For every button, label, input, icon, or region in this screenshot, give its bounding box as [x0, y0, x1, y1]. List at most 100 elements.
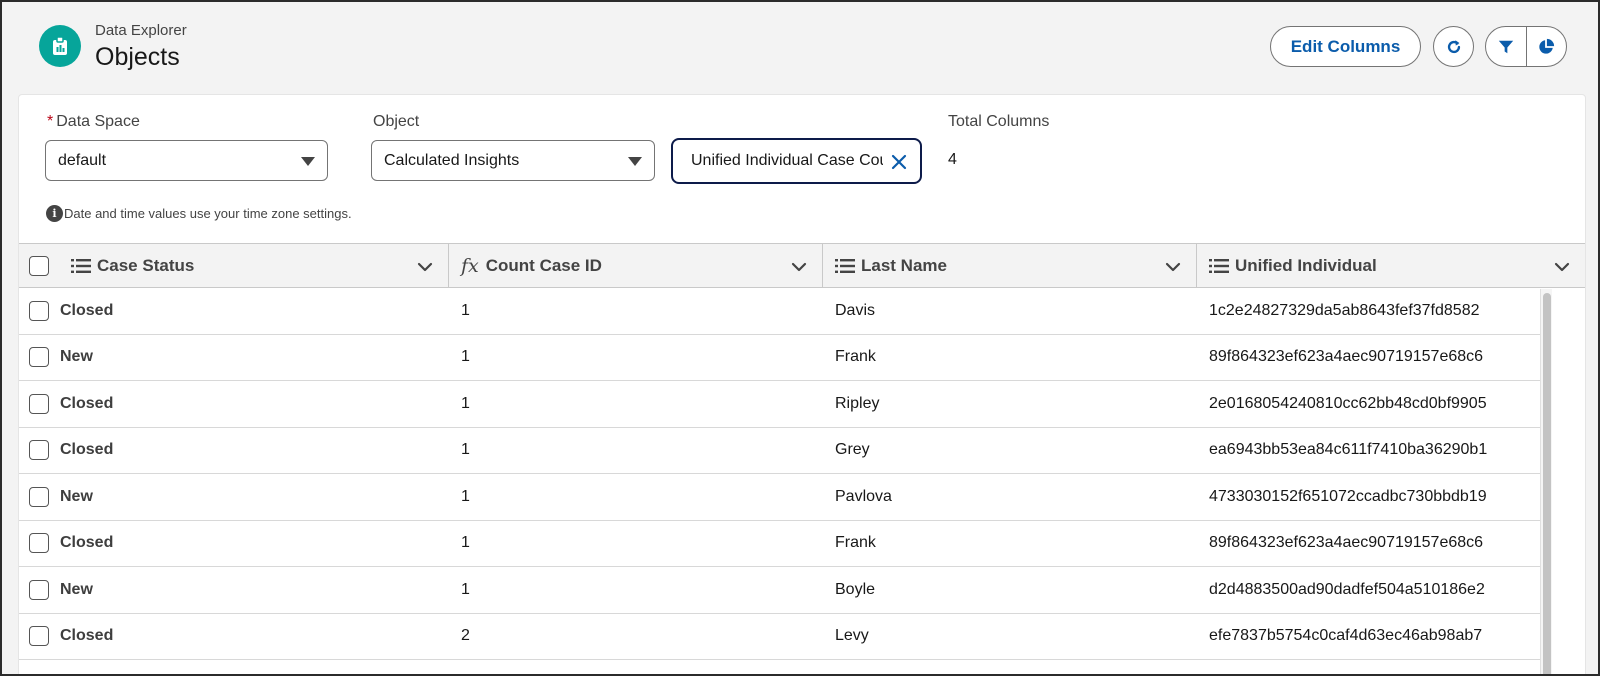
total-columns-value: 4	[948, 151, 957, 168]
cell-count-case-id: 2	[461, 627, 470, 645]
table-row[interactable]: Closed 1 Ripley 2e0168054240810cc62bb48c…	[19, 381, 1541, 428]
cell-count-case-id: 1	[461, 534, 470, 552]
app-frame: Data Explorer Objects Edit Columns * Dat…	[0, 0, 1600, 676]
column-label: Last Name	[861, 255, 947, 275]
cell-case-status: New	[19, 567, 449, 613]
table-row[interactable]: New 1 Frank 89f864323ef623a4aec90719157e…	[19, 335, 1541, 381]
cell-case-status: Closed	[19, 521, 449, 567]
column-label: Count Case ID	[485, 255, 602, 275]
cell-count-case-id: 1	[461, 394, 470, 412]
cell-unified-individual: 4733030152f651072ccadbc730bbdb19	[1209, 487, 1487, 505]
cell-last-name: Grey	[835, 441, 870, 459]
cell-last-name: Frank	[835, 534, 876, 552]
list-icon	[835, 258, 855, 274]
info-icon: i	[46, 205, 63, 222]
scrollbar-thumb[interactable]	[1543, 293, 1551, 674]
row-checkbox[interactable]	[29, 626, 49, 647]
chevron-down-icon[interactable]	[1164, 258, 1182, 276]
formula-fx-icon: fx	[461, 254, 479, 277]
table-scrollbar[interactable]	[1540, 289, 1552, 674]
table-row[interactable]: Closed 1 Frank 89f864323ef623a4aec907191…	[19, 521, 1541, 567]
row-checkbox[interactable]	[29, 579, 49, 600]
column-header-unified-individual[interactable]: Unified Individual	[1197, 244, 1585, 287]
column-header-case-status[interactable]: Case Status	[19, 244, 449, 287]
edit-columns-button[interactable]: Edit Columns	[1270, 26, 1421, 67]
chevron-down-icon[interactable]	[416, 258, 434, 276]
cell-last-name: Boyle	[835, 580, 876, 598]
chevron-down-icon	[628, 157, 642, 166]
object-type-select[interactable]: Calculated Insights	[371, 140, 655, 181]
row-checkbox[interactable]	[29, 300, 49, 321]
data-space-label: * Data Space	[47, 113, 140, 130]
row-checkbox[interactable]	[29, 347, 49, 368]
row-checkbox[interactable]	[29, 393, 49, 414]
cell-unified-individual: ea6943bb53ea84c611f7410ba36290b1	[1209, 441, 1488, 459]
objects-card: * Data Space default Object Calculated In…	[18, 94, 1586, 674]
objects-table: Case Status fx Count Case ID Last Name U…	[19, 243, 1585, 660]
chevron-down-icon	[301, 157, 315, 166]
cell-last-name: Pavlova	[835, 487, 892, 505]
cell-count-case-id: 1	[461, 580, 470, 598]
timezone-note: i Date and time values use your time zon…	[46, 205, 352, 222]
view-toggle-group	[1485, 26, 1567, 67]
filter-icon	[1497, 38, 1515, 56]
cell-case-status: Closed	[19, 381, 449, 427]
table-row[interactable]: New 1 Boyle d2d4883500ad90dadfef504a5101…	[19, 567, 1541, 614]
object-label: Object	[373, 113, 420, 130]
table-row[interactable]: Closed 1 Grey ea6943bb53ea84c611f7410ba3…	[19, 428, 1541, 474]
cell-count-case-id: 1	[461, 441, 470, 459]
cell-count-case-id: 1	[461, 301, 470, 319]
object-name-value: Unified Individual Case Count	[691, 152, 883, 169]
chevron-down-icon[interactable]	[1553, 258, 1571, 276]
cell-unified-individual: 1c2e24827329da5ab8643fef37fd8582	[1209, 301, 1480, 319]
required-mark: *	[47, 113, 54, 130]
page-eyebrow: Data Explorer	[95, 22, 187, 39]
row-checkbox[interactable]	[29, 486, 49, 507]
row-checkbox[interactable]	[29, 440, 49, 461]
list-icon	[71, 258, 91, 274]
timezone-note-text: Date and time values use your time zone …	[64, 206, 352, 221]
data-space-value: default	[58, 151, 107, 169]
cell-unified-individual: 2e0168054240810cc62bb48cd0bf9905	[1209, 394, 1487, 412]
cell-case-status: Closed	[19, 428, 449, 474]
select-all-checkbox[interactable]	[29, 255, 49, 276]
column-header-last-name[interactable]: Last Name	[823, 244, 1197, 287]
column-label: Unified Individual	[1235, 255, 1377, 275]
cell-last-name: Davis	[835, 301, 876, 319]
object-name-combobox[interactable]: Unified Individual Case Count	[671, 138, 922, 184]
cell-unified-individual: 89f864323ef623a4aec90719157e68c6	[1209, 348, 1484, 366]
cell-unified-individual: d2d4883500ad90dadfef504a510186e2	[1209, 580, 1485, 598]
page-title: Objects	[95, 43, 180, 71]
cell-count-case-id: 1	[461, 487, 470, 505]
row-checkbox[interactable]	[29, 533, 49, 554]
cell-case-status: Closed	[19, 614, 449, 660]
refresh-icon	[1445, 38, 1463, 56]
clear-icon[interactable]	[890, 153, 908, 171]
column-header-count-case-id[interactable]: fx Count Case ID	[449, 244, 823, 287]
chart-button[interactable]	[1525, 27, 1567, 66]
table-row[interactable]: Closed 1 Davis 1c2e24827329da5ab8643fef3…	[19, 288, 1541, 335]
data-explorer-app-icon	[39, 25, 81, 67]
cell-unified-individual: 89f864323ef623a4aec90719157e68c6	[1209, 534, 1484, 552]
filter-button[interactable]	[1486, 27, 1526, 66]
cell-count-case-id: 1	[461, 348, 470, 366]
list-icon	[1209, 258, 1229, 274]
page-header: Data Explorer Objects Edit Columns	[2, 2, 1598, 94]
chart-icon	[1537, 38, 1555, 56]
cell-last-name: Ripley	[835, 394, 880, 412]
cell-unified-individual: efe7837b5754c0caf4d63ec46ab98ab7	[1209, 627, 1483, 645]
object-type-value: Calculated Insights	[384, 151, 520, 169]
cell-case-status: New	[19, 335, 449, 381]
table-row[interactable]: New 1 Pavlova 4733030152f651072ccadbc730…	[19, 474, 1541, 521]
data-space-select[interactable]: default	[45, 140, 328, 181]
cell-last-name: Frank	[835, 348, 876, 366]
chevron-down-icon[interactable]	[790, 258, 808, 276]
table-header: Case Status fx Count Case ID Last Name U…	[19, 243, 1585, 288]
total-columns-label: Total Columns	[948, 113, 1050, 130]
table-row[interactable]: Closed 2 Levy efe7837b5754c0caf4d63ec46a…	[19, 614, 1541, 660]
column-label: Case Status	[97, 255, 195, 275]
cell-last-name: Levy	[835, 627, 869, 645]
cell-case-status: New	[19, 474, 449, 520]
refresh-button[interactable]	[1433, 26, 1474, 67]
cell-case-status: Closed	[19, 288, 449, 334]
